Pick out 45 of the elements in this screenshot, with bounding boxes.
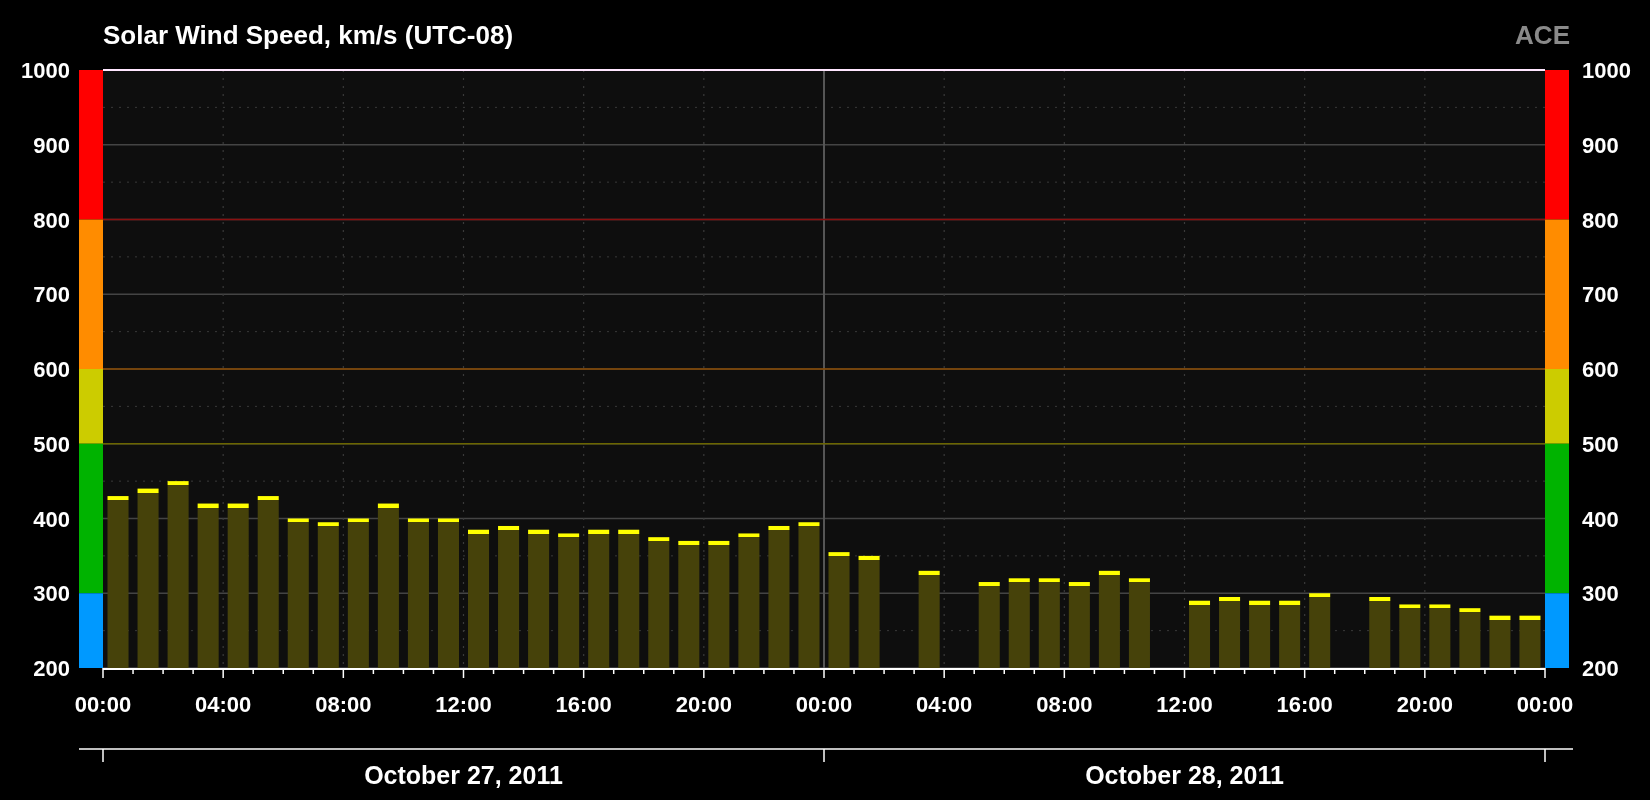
chart-title: Solar Wind Speed, km/s (UTC-08): [103, 22, 514, 48]
speed-bar: [1189, 600, 1211, 668]
speed-bar: [1519, 615, 1541, 668]
x-tick-label: 20:00: [675, 692, 732, 717]
y-tick-label: 300: [1582, 581, 1619, 607]
y-tick-label: 400: [1582, 506, 1619, 532]
y-tick-label: 300: [33, 581, 70, 607]
x-tick-label: 16:00: [555, 692, 612, 717]
y-tick-label: 900: [1582, 132, 1619, 158]
x-tick-label: 12:00: [1156, 692, 1213, 717]
x-tick-label: 04:00: [916, 692, 973, 717]
x-tick-label: 08:00: [315, 692, 372, 717]
x-tick-label: 16:00: [1276, 692, 1333, 717]
speed-bar: [1399, 604, 1421, 668]
x-tick-label: 00:00: [795, 692, 853, 717]
date-label: October 28, 2011: [1085, 761, 1284, 789]
y-tick-label: 700: [33, 282, 70, 308]
y-tick-label: 400: [33, 506, 70, 532]
y-tick-label: 900: [33, 132, 70, 158]
y-tick-label: 600: [33, 357, 70, 382]
source-label: ACE: [1515, 22, 1570, 48]
x-tick-label: 04:00: [195, 692, 252, 717]
y-tick-label: 700: [1582, 282, 1619, 308]
y-tick-label: 800: [33, 207, 70, 233]
speed-bar: [1489, 615, 1511, 668]
x-tick-label: 08:00: [1036, 692, 1093, 717]
y-tick-label: 500: [1582, 431, 1619, 457]
y-tick-label: 1000: [21, 62, 70, 83]
y-tick-label: 500: [33, 431, 70, 457]
y-tick-label: 200: [33, 656, 70, 681]
speed-bar: [1249, 600, 1271, 668]
speed-bar: [1429, 604, 1451, 668]
speed-bar: [1219, 597, 1241, 668]
x-tick-label: 00:00: [74, 692, 132, 717]
x-tick-label: 20:00: [1396, 692, 1453, 717]
x-tick-label: 12:00: [435, 692, 492, 717]
y-tick-label: 1000: [1582, 62, 1631, 83]
x-tick-label: 00:00: [1516, 692, 1574, 717]
speed-bar: [1369, 597, 1391, 668]
date-label: October 27, 2011: [364, 761, 563, 789]
speed-bar: [1459, 608, 1481, 668]
y-tick-label: 200: [1582, 656, 1619, 681]
y-tick-label: 600: [1582, 357, 1619, 382]
speed-bar: [1279, 600, 1301, 668]
y-tick-label: 800: [1582, 207, 1619, 233]
